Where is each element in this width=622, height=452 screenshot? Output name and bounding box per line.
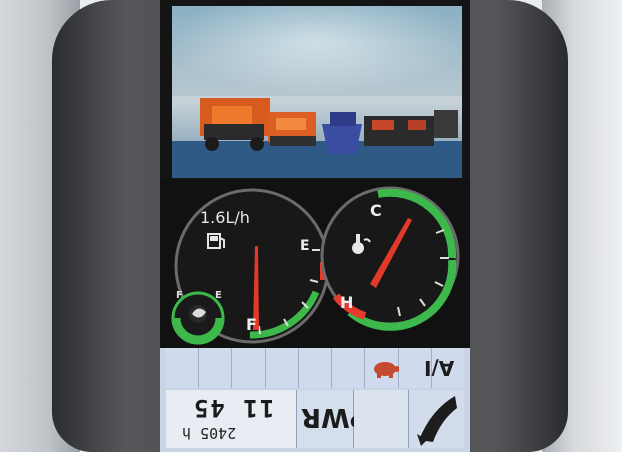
monitor-screen: E F F E C H 1.6L/h A/I 11 45 2405 h PWR bbox=[160, 0, 470, 452]
machine-center bbox=[268, 112, 316, 146]
mode-row: 11 45 2405 h PWR bbox=[166, 390, 464, 448]
indicator-slot bbox=[265, 348, 299, 388]
auto-idle-label: A/I bbox=[423, 356, 454, 380]
gauge-svg: E F F E C H bbox=[171, 186, 460, 345]
machine-right bbox=[364, 110, 458, 146]
bucket-icon bbox=[417, 396, 457, 446]
eco-full-label: F bbox=[176, 290, 183, 301]
hour-meter: 2405 h bbox=[182, 424, 237, 442]
clock-time: 11 45 bbox=[192, 394, 275, 422]
turtle-slot bbox=[365, 348, 401, 388]
indicator-slot bbox=[332, 348, 366, 388]
auto-idle-slot[interactable]: A/I bbox=[424, 348, 464, 388]
eco-empty-label: E bbox=[215, 290, 222, 301]
indicator-slot bbox=[298, 348, 333, 388]
indicator-row: A/I bbox=[166, 348, 464, 388]
fuel-empty-label: E bbox=[300, 238, 310, 254]
indicator-slot bbox=[199, 348, 233, 388]
work-mode-box[interactable] bbox=[409, 390, 464, 448]
clock-box: 11 45 2405 h bbox=[166, 390, 297, 448]
indicator-slot bbox=[232, 348, 266, 388]
coolant-hot-label: H bbox=[340, 293, 353, 312]
fuel-rate-readout: 1.6L/h bbox=[200, 208, 250, 227]
indicator-slot bbox=[166, 348, 200, 388]
eco-gauge: F E bbox=[171, 290, 225, 345]
camera-view bbox=[172, 6, 462, 178]
coolant-gauge: C H bbox=[320, 186, 460, 331]
fuel-full-label: F bbox=[246, 315, 257, 334]
power-mode-box[interactable]: PWR bbox=[297, 390, 369, 448]
blue-bucket bbox=[322, 112, 362, 154]
gauge-panel: E F F E C H 1.6L/h bbox=[160, 180, 470, 348]
work-mode-blank bbox=[354, 390, 409, 448]
camera-scene bbox=[172, 98, 462, 178]
coolant-cold-label: C bbox=[370, 201, 382, 220]
status-panel: A/I 11 45 2405 h PWR bbox=[160, 348, 470, 452]
